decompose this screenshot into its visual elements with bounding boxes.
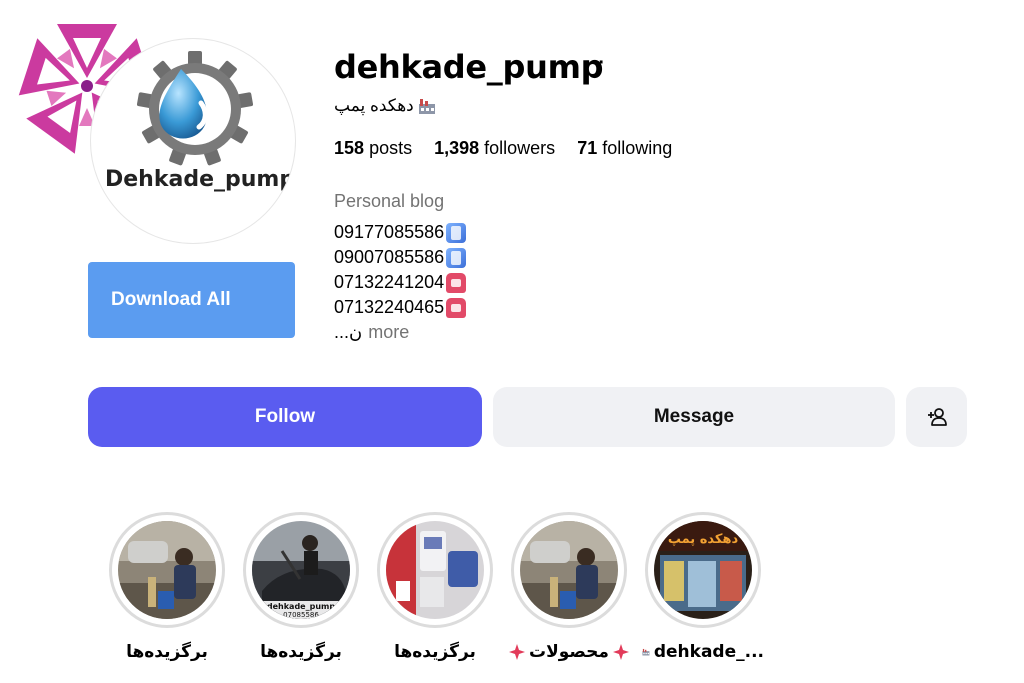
factory-icon (642, 648, 650, 656)
highlight-label: برگزیده‌ها (260, 642, 342, 662)
sparkle-icon (612, 644, 629, 660)
story-highlight[interactable]: برگزیده‌ها (374, 512, 496, 662)
factory-icon (418, 99, 435, 114)
bio-truncated-text: ...ن (334, 322, 363, 342)
highlight-ring (377, 512, 493, 628)
profile-bio: 09177085586 09007085586 07132241204 0713… (334, 220, 467, 345)
highlight-cover-image (520, 521, 618, 619)
highlight-overlay-text: dehkade_pump (267, 602, 335, 611)
story-highlight[interactable]: dehkade_pump 07085586 برگزیده‌ها (240, 512, 362, 662)
highlight-ring: دهکده پمپ (645, 512, 761, 628)
download-all-button[interactable]: Download All (88, 262, 295, 338)
mobile-phone-icon (446, 222, 467, 243)
mobile-phone-icon (446, 247, 467, 268)
profile-stats: 158 posts 1,398 followers 71 following (334, 138, 672, 159)
highlight-ring (109, 512, 225, 628)
highlight-cover-image (118, 521, 216, 619)
highlight-cover-image (386, 521, 484, 619)
highlight-label: dehkade_... (642, 642, 764, 662)
highlight-label: برگزیده‌ها (394, 642, 476, 662)
suggest-people-button[interactable] (906, 387, 967, 447)
bio-line: 07132240465 (334, 295, 467, 320)
following-stat[interactable]: 71 following (577, 138, 672, 159)
profile-avatar[interactable]: Dehkade_pump (90, 38, 296, 244)
highlight-overlay-text: دهکده پمپ (668, 532, 739, 547)
highlight-cover-image: dehkade_pump 07085586 (252, 521, 350, 619)
more-options-icon[interactable]: ··· (585, 52, 605, 75)
bio-line: 07132241204 (334, 270, 467, 295)
add-user-icon (927, 408, 947, 426)
bio-more-row: ...ن more (334, 320, 466, 345)
profile-category: Personal blog (334, 191, 445, 211)
gear-drop-logo (136, 51, 254, 166)
bio-line: 09007085586 (334, 245, 467, 270)
highlight-overlay-text: 07085586 (283, 611, 319, 619)
bio-line: 09177085586 (334, 220, 467, 245)
story-highlight[interactable]: برگزیده‌ها (106, 512, 228, 662)
bio-more-link[interactable]: more (368, 320, 409, 345)
full-name-text: دهکده پمپ (334, 96, 414, 115)
highlight-cover-image: دهکده پمپ (654, 521, 752, 619)
highlight-ring (511, 512, 627, 628)
telephone-icon (446, 297, 467, 318)
followers-stat[interactable]: 1,398 followers (434, 138, 555, 159)
highlight-label: برگزیده‌ها (126, 642, 208, 662)
sparkle-icon (509, 644, 526, 660)
profile-full-name: دهکده پمپ (334, 96, 436, 116)
avatar-logo-text: Dehkade_pump (105, 167, 296, 192)
story-highlight[interactable]: محصولات (508, 512, 630, 662)
follow-button[interactable]: Follow (88, 387, 482, 447)
posts-stat[interactable]: 158 posts (334, 138, 412, 159)
highlight-ring: dehkade_pump 07085586 (243, 512, 359, 628)
story-highlight[interactable]: دهکده پمپ dehkade_... (642, 512, 764, 662)
profile-username: dehkade_pump (334, 48, 604, 86)
highlight-label: محصولات (508, 642, 630, 662)
telephone-icon (446, 272, 467, 293)
message-button[interactable]: Message (493, 387, 895, 447)
